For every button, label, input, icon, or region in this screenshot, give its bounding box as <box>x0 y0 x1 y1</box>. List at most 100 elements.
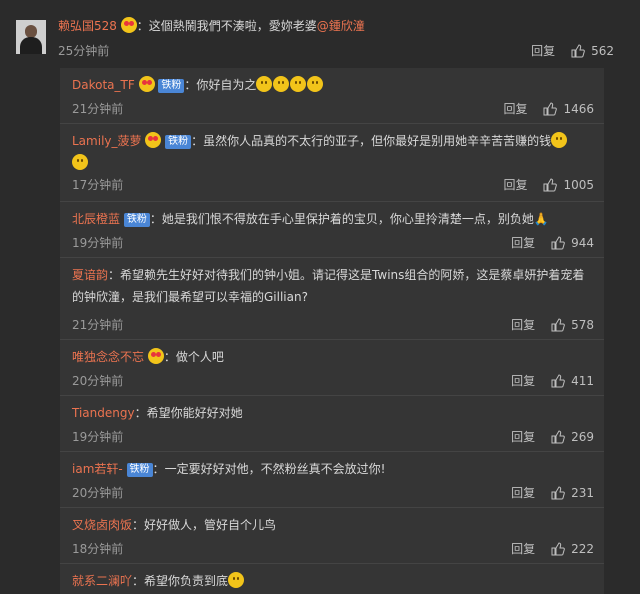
smile-emoji-icon <box>228 572 245 588</box>
heart-emoji-icon <box>145 132 162 148</box>
smile-emoji-icon <box>273 76 290 92</box>
like-button[interactable]: 1466 <box>543 102 594 116</box>
like-button[interactable]: 269 <box>551 430 594 444</box>
reply-button[interactable]: 回复 <box>511 540 535 557</box>
comment-actions: 回复 1466 <box>503 100 594 117</box>
reply-button[interactable]: 回复 <box>531 42 555 59</box>
list-item: Tiandengy：希望你能好好对她 19分钟前 回复 269 <box>60 396 604 452</box>
comment-time: 19分钟前 <box>72 236 124 250</box>
comment-text: 这個熱鬧我們不湊啦，愛妳老婆 <box>148 19 317 33</box>
smile-emoji-icon <box>307 76 324 92</box>
mention-link[interactable]: @鍾欣潼 <box>317 19 365 33</box>
smile-emoji-icon <box>290 76 307 92</box>
list-item: 就系二澜吖：希望你负责到底 <box>60 564 604 594</box>
comment-text: 希望赖先生好好对待我们的钟小姐。请记得这是Twins组合的阿娇，这是蔡卓妍护着宠… <box>72 268 585 304</box>
comment-time: 17分钟前 <box>72 178 124 192</box>
thumbs-up-icon <box>543 177 558 191</box>
reply-button[interactable]: 回复 <box>503 100 527 117</box>
thumbs-up-icon <box>551 373 565 387</box>
comment-actions: 回复 222 <box>511 540 594 557</box>
like-count: 231 <box>571 485 594 500</box>
like-count: 944 <box>571 235 594 250</box>
like-count: 1466 <box>563 101 594 116</box>
comment-text: 虽然你人品真的不太行的亚子，但你最好是别用她辛辛苦苦赚的钱 <box>203 134 552 148</box>
fan-badge: 铁粉 <box>123 213 150 227</box>
comment-time: 25分钟前 <box>58 44 110 58</box>
grin-emoji-icon <box>72 154 88 170</box>
comment-author[interactable]: iam若轩- <box>72 462 123 476</box>
like-button[interactable]: 578 <box>551 318 594 332</box>
comment-author[interactable]: Tiandengy <box>72 406 135 420</box>
heart-emoji-icon <box>120 17 137 33</box>
comment-text: 做个人吧 <box>175 350 224 364</box>
like-button[interactable]: 562 <box>571 44 614 58</box>
like-count: 269 <box>571 429 594 444</box>
list-item: 北辰橙蓝 铁粉 ：她是我们恨不得放在手心里保护着的宝贝，你心里拎清楚一点，别负她🙏… <box>60 202 604 258</box>
comment-actions: 回复 562 <box>531 42 614 59</box>
list-item: Dakota_TF 铁粉 ：你好自为之 21分钟前 回复 1466 <box>60 68 604 124</box>
comment-time: 20分钟前 <box>72 486 124 500</box>
thumbs-up-icon <box>551 541 565 555</box>
thumbs-up-icon <box>543 101 558 115</box>
list-item: 叉烧卤肉饭：好好做人，管好自个儿鸟 18分钟前 回复 222 <box>60 508 604 564</box>
avatar[interactable] <box>16 20 46 54</box>
like-button[interactable]: 222 <box>551 542 594 556</box>
comment-author[interactable]: 赖弘国528 <box>58 19 117 33</box>
list-item: iam若轩- 铁粉 ：一定要好好对他，不然粉丝真不会放过你! 20分钟前 回复 2… <box>60 452 604 508</box>
comment-text: 她是我们恨不得放在手心里保护着的宝贝，你心里拎清楚一点，别负她 <box>161 212 534 226</box>
main-comment: 赖弘国528 ：这個熱鬧我們不湊啦，愛妳老婆@鍾欣潼 25分钟前 回复 562 <box>0 0 640 62</box>
wave-emoji-icon: 🙏 <box>533 212 549 226</box>
reply-button[interactable]: 回复 <box>511 484 535 501</box>
like-button[interactable]: 1005 <box>543 178 594 192</box>
like-button[interactable]: 411 <box>551 374 594 388</box>
comment-author[interactable]: Dakota_TF <box>72 78 135 92</box>
like-button[interactable]: 944 <box>551 236 594 250</box>
comment-text: 你好自为之 <box>196 78 257 92</box>
comment-author[interactable]: 北辰橙蓝 <box>72 212 120 226</box>
comment-time: 21分钟前 <box>72 318 124 332</box>
like-count: 222 <box>571 541 594 556</box>
thumbs-up-icon <box>571 43 585 57</box>
fan-badge: 铁粉 <box>158 79 185 93</box>
fan-badge: 铁粉 <box>165 135 192 149</box>
heart-emoji-icon <box>147 348 164 364</box>
comment-actions: 回复 578 <box>511 316 594 333</box>
comment-time: 21分钟前 <box>72 102 124 116</box>
comment-actions: 回复 944 <box>511 234 594 251</box>
comment-author[interactable]: 夏谙韵 <box>72 268 108 282</box>
main-comment-text: 赖弘国528 ：这個熱鬧我們不湊啦，愛妳老婆@鍾欣潼 <box>58 17 365 33</box>
like-button[interactable]: 231 <box>551 486 594 500</box>
comment-author[interactable]: 就系二澜吖 <box>72 574 132 588</box>
list-item: Lamily_菠萝 铁粉 ：虽然你人品真的不太行的亚子，但你最好是别用她辛辛苦苦赚… <box>60 124 604 202</box>
comment-time: 18分钟前 <box>72 542 124 556</box>
comment-text: 希望你能好好对她 <box>146 406 243 420</box>
like-count: 578 <box>571 317 594 332</box>
reply-button[interactable]: 回复 <box>511 372 535 389</box>
comment-text: 一定要好好对他，不然粉丝真不会放过你! <box>164 462 386 476</box>
like-count: 1005 <box>563 177 594 192</box>
thumbs-up-icon <box>551 235 565 249</box>
comment-actions: 回复 269 <box>511 428 594 445</box>
comment-text: 好好做人，管好自个儿鸟 <box>144 518 277 532</box>
comment-author[interactable]: Lamily_菠萝 <box>72 134 142 148</box>
comment-author[interactable]: 唯独念念不忘 <box>72 350 144 364</box>
grin-emoji-icon <box>551 132 568 148</box>
comment-time: 20分钟前 <box>72 374 124 388</box>
reply-button[interactable]: 回复 <box>511 428 535 445</box>
thumbs-up-icon <box>551 317 565 331</box>
heart-emoji-icon <box>138 76 155 92</box>
comment-time: 19分钟前 <box>72 430 124 444</box>
reply-button[interactable]: 回复 <box>503 176 527 193</box>
thumbs-up-icon <box>551 429 565 443</box>
comment-author[interactable]: 叉烧卤肉饭 <box>72 518 132 532</box>
like-count: 411 <box>571 373 594 388</box>
comment-actions: 回复 411 <box>511 372 594 389</box>
comment-actions: 回复 1005 <box>503 176 594 193</box>
thumbs-up-icon <box>551 485 565 499</box>
smile-emoji-icon <box>256 76 273 92</box>
comment-text: 希望你负责到底 <box>144 574 229 588</box>
reply-button[interactable]: 回复 <box>511 234 535 251</box>
list-item: 唯独念念不忘 ：做个人吧 20分钟前 回复 411 <box>60 340 604 396</box>
list-item: 夏谙韵：希望赖先生好好对待我们的钟小姐。请记得这是Twins组合的阿娇，这是蔡卓… <box>60 258 604 340</box>
reply-button[interactable]: 回复 <box>511 316 535 333</box>
